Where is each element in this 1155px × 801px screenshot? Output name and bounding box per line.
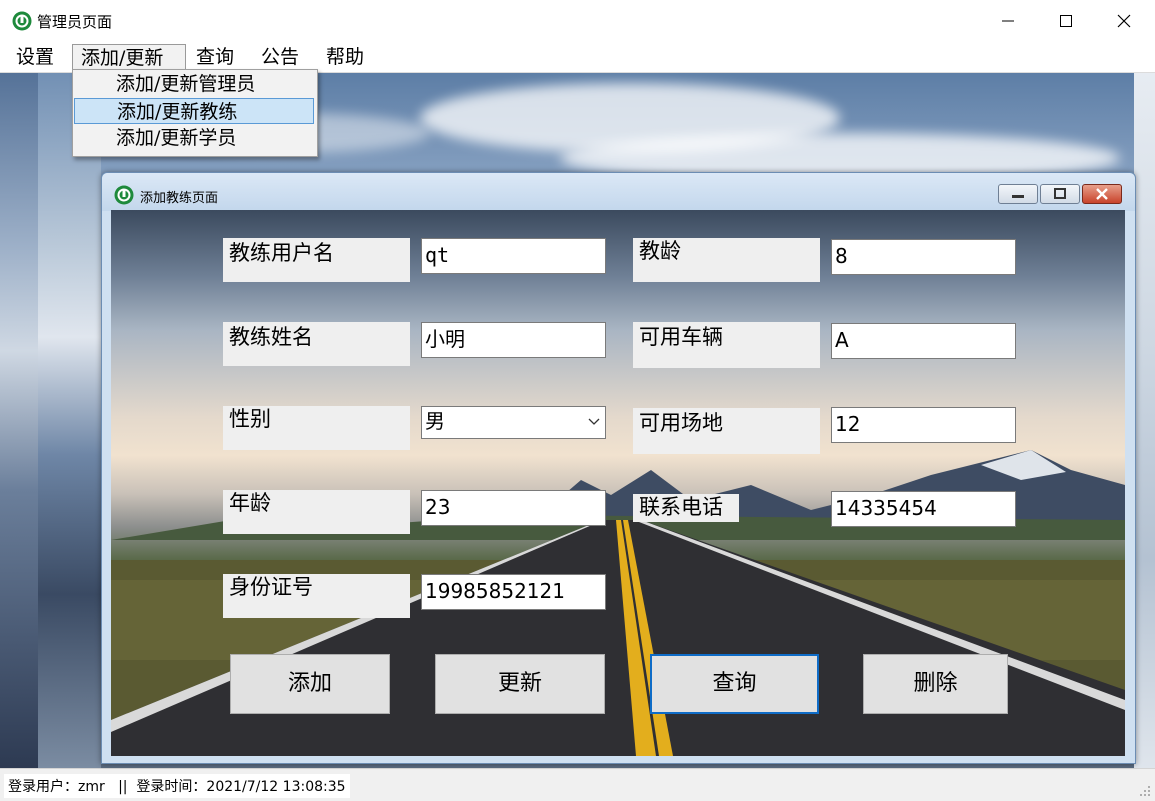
menu-announcement[interactable]: 公告	[253, 44, 307, 70]
age-label: 年龄	[223, 490, 410, 534]
menu-item-add-update-coach[interactable]: 添加/更新教练	[74, 98, 314, 124]
username-input[interactable]: qt	[421, 238, 606, 274]
maximize-icon	[1054, 188, 1066, 199]
id-number-input[interactable]: 19985852121	[421, 574, 606, 610]
resize-grip-icon[interactable]	[1137, 783, 1151, 797]
menu-item-add-update-admin[interactable]: 添加/更新管理员	[74, 71, 314, 97]
minimize-icon	[1012, 195, 1024, 198]
name-label: 教练姓名	[223, 322, 410, 366]
dialog-close-button[interactable]	[1082, 184, 1122, 204]
dialog-maximize-button[interactable]	[1040, 184, 1080, 204]
window-title: 管理员页面	[37, 13, 113, 31]
vehicle-input[interactable]: A	[831, 323, 1016, 359]
vehicle-label: 可用车辆	[633, 322, 820, 368]
title-bar: 管理员页面	[0, 0, 1155, 43]
add-update-dropdown: 添加/更新管理员 添加/更新教练 添加/更新学员	[72, 69, 318, 157]
minimize-icon	[1002, 20, 1014, 22]
dialog-minimize-button[interactable]	[998, 184, 1038, 204]
menu-settings[interactable]: 设置	[8, 44, 62, 70]
menu-item-add-update-student[interactable]: 添加/更新学员	[74, 125, 314, 151]
chevron-down-icon	[588, 418, 600, 425]
app-icon	[114, 185, 134, 205]
close-button[interactable]	[1095, 0, 1153, 42]
app-icon	[12, 11, 32, 31]
close-icon	[1117, 14, 1131, 28]
age-input[interactable]: 23	[421, 490, 606, 526]
dialog-title-bar: 添加教练页面	[102, 173, 1135, 211]
close-icon	[1096, 188, 1108, 200]
teaching-years-input[interactable]: 8	[831, 239, 1016, 275]
username-label: 教练用户名	[223, 238, 410, 282]
venue-input[interactable]: 12	[831, 407, 1016, 443]
venue-label: 可用场地	[633, 408, 820, 454]
minimize-button[interactable]	[979, 0, 1037, 42]
road-graphic	[111, 520, 1125, 756]
menu-help[interactable]: 帮助	[318, 44, 372, 70]
delete-button[interactable]: 删除	[863, 654, 1008, 714]
phone-label: 联系电话	[633, 494, 739, 522]
menu-query[interactable]: 查询	[188, 44, 242, 70]
dialog-background-image: 教练用户名 qt 教练姓名 小明 性别 男 年龄 23 身份证号 1998585…	[111, 210, 1125, 756]
add-button[interactable]: 添加	[230, 654, 390, 714]
phone-input[interactable]: 14335454	[831, 491, 1016, 527]
gender-label: 性别	[223, 406, 410, 450]
login-status-text: 登录用户：zmr || 登录时间：2021/7/12 13:08:35	[4, 774, 350, 798]
query-button[interactable]: 查询	[650, 654, 819, 714]
gender-select[interactable]: 男	[421, 406, 606, 439]
add-coach-dialog: 添加教练页面 教练用户名 qt 教练姓名 小明 性别 男 年龄 23 身份证号 …	[101, 172, 1136, 764]
menu-add-update[interactable]: 添加/更新	[72, 44, 186, 70]
teaching-years-label: 教龄	[633, 238, 820, 282]
dialog-title: 添加教练页面	[140, 191, 219, 206]
id-number-label: 身份证号	[223, 574, 410, 618]
update-button[interactable]: 更新	[435, 654, 605, 714]
status-bar: 登录用户：zmr || 登录时间：2021/7/12 13:08:35	[0, 768, 1155, 801]
gender-select-value: 男	[425, 409, 445, 433]
name-input[interactable]: 小明	[421, 322, 606, 358]
maximize-button[interactable]	[1037, 0, 1095, 42]
maximize-icon	[1060, 15, 1072, 27]
